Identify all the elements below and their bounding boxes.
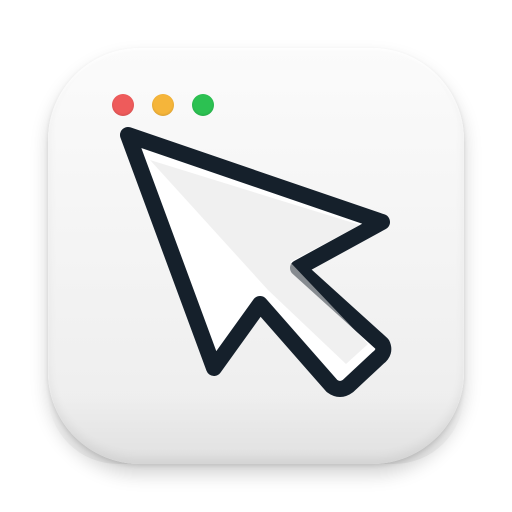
icon-canvas (0, 0, 512, 512)
arrow-pointer-icon (120, 127, 392, 397)
